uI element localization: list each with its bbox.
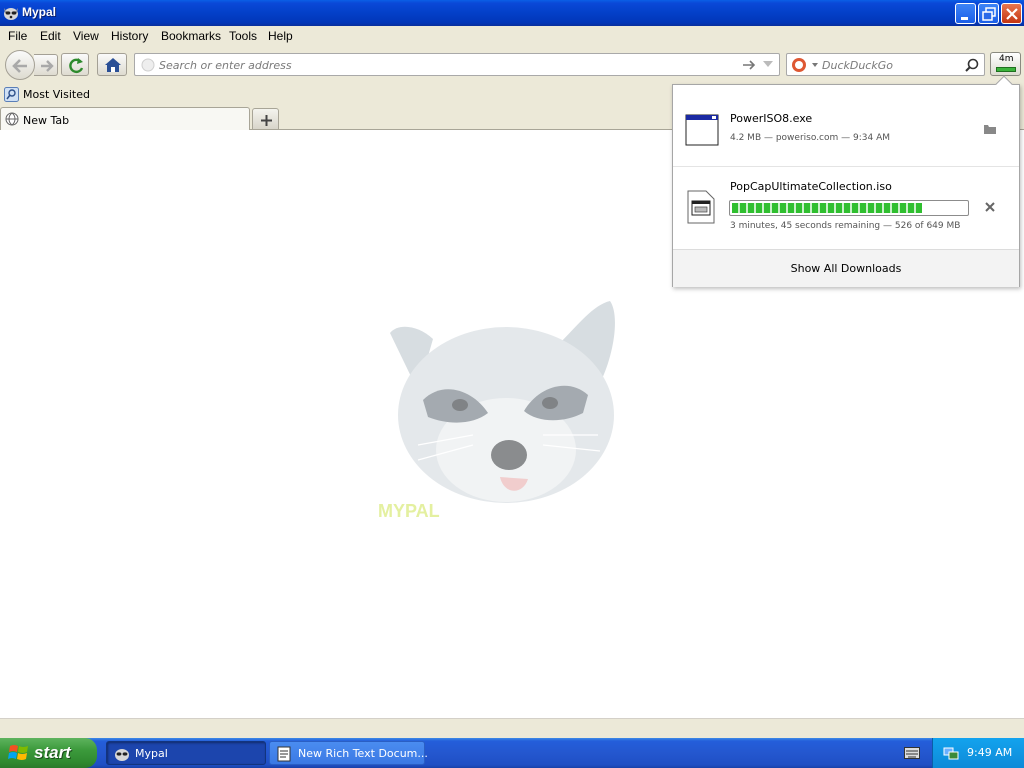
document-icon <box>277 746 291 762</box>
exe-file-icon <box>685 114 719 146</box>
menu-bar: File Edit View History Bookmarks Tools H… <box>0 26 1024 46</box>
iso-file-icon <box>687 190 715 224</box>
home-button[interactable] <box>97 53 127 76</box>
cancel-download-icon[interactable] <box>984 201 996 213</box>
show-all-downloads-button[interactable]: Show All Downloads <box>673 249 1019 287</box>
close-icon <box>1006 8 1018 20</box>
duckduckgo-engine-icon[interactable] <box>791 57 819 73</box>
minimize-icon <box>961 17 968 20</box>
menu-help[interactable]: Help <box>268 29 293 43</box>
url-input[interactable] <box>159 57 719 73</box>
download-item[interactable]: PowerISO8.exe 4.2 MB — poweriso.com — 9:… <box>673 85 1019 167</box>
home-icon <box>105 58 121 72</box>
taskbar-item-wordpad[interactable]: New Rich Text Docum... <box>269 741 428 765</box>
downloads-panel: PowerISO8.exe 4.2 MB — poweriso.com — 9:… <box>672 75 1020 287</box>
start-button[interactable]: start <box>0 738 97 768</box>
download-status: 4.2 MB — poweriso.com — 9:34 AM <box>730 133 890 143</box>
plus-icon <box>261 115 272 126</box>
back-button[interactable] <box>5 50 35 80</box>
mypal-logo-wordmark: MYPAL <box>378 501 440 521</box>
status-bar <box>0 718 1024 738</box>
download-progress-bar <box>729 200 969 216</box>
mypal-raccoon-logo: MYPAL <box>378 301 615 521</box>
windows-logo-icon <box>8 745 28 760</box>
address-bar[interactable] <box>134 53 780 76</box>
download-filename: PowerISO8.exe <box>730 112 813 125</box>
forward-arrow-icon <box>41 60 54 72</box>
taskbar: start Mypal New Rich Text Docum... 9:49 … <box>0 738 1024 768</box>
network-icon[interactable] <box>943 745 959 761</box>
system-tray: 9:49 AM <box>932 738 1024 768</box>
show-all-downloads-label: Show All Downloads <box>790 262 902 275</box>
menu-file[interactable]: File <box>8 29 27 43</box>
restore-icon <box>982 7 996 21</box>
taskbar-item-label: New Rich Text Docum... <box>298 747 428 760</box>
menu-tools[interactable]: Tools <box>229 29 257 43</box>
search-input[interactable] <box>822 57 962 73</box>
back-arrow-icon <box>12 59 27 73</box>
clock: 9:49 AM <box>967 746 1013 759</box>
minimize-button[interactable] <box>955 3 976 24</box>
menu-history[interactable]: History <box>111 29 148 43</box>
download-status: 3 minutes, 45 seconds remaining — 526 of… <box>730 221 961 231</box>
raccoon-app-icon <box>4 8 18 20</box>
keyboard-icon[interactable] <box>904 747 920 759</box>
downloads-button[interactable]: 4m <box>990 52 1021 76</box>
search-bar[interactable] <box>786 53 985 76</box>
tab-new-tab[interactable]: New Tab <box>0 107 250 131</box>
bookmark-most-visited[interactable]: Most Visited <box>23 88 90 101</box>
title-bar[interactable]: Mypal <box>0 0 1024 26</box>
go-arrow-icon[interactable] <box>742 58 756 72</box>
window-title: Mypal <box>22 5 57 19</box>
forward-button[interactable] <box>34 54 58 76</box>
history-dropdown-icon[interactable] <box>763 61 773 69</box>
menu-bookmarks[interactable]: Bookmarks <box>161 29 221 43</box>
search-icon[interactable] <box>965 58 979 72</box>
menu-view[interactable]: View <box>73 29 99 43</box>
raccoon-app-icon <box>115 749 129 761</box>
download-progress-fill <box>732 203 922 213</box>
download-time-remaining: 4m <box>999 54 1014 64</box>
new-tab-button[interactable] <box>252 108 279 130</box>
tab-label: New Tab <box>23 114 70 127</box>
taskbar-item-mypal[interactable]: Mypal <box>106 741 266 765</box>
reload-icon <box>69 58 84 74</box>
globe-icon <box>5 112 19 126</box>
navigation-toolbar: 4m <box>0 46 1024 84</box>
reload-button[interactable] <box>61 53 89 76</box>
menu-edit[interactable]: Edit <box>40 29 61 43</box>
start-label: start <box>34 743 71 762</box>
most-visited-folder-icon <box>4 87 19 102</box>
restore-button[interactable] <box>978 3 999 24</box>
open-folder-icon[interactable] <box>983 123 997 135</box>
close-button[interactable] <box>1001 3 1022 24</box>
download-progress-indicator <box>996 67 1016 72</box>
download-filename: PopCapUltimateCollection.iso <box>730 180 892 193</box>
page-identity-icon <box>141 58 155 72</box>
taskbar-item-label: Mypal <box>135 747 168 760</box>
